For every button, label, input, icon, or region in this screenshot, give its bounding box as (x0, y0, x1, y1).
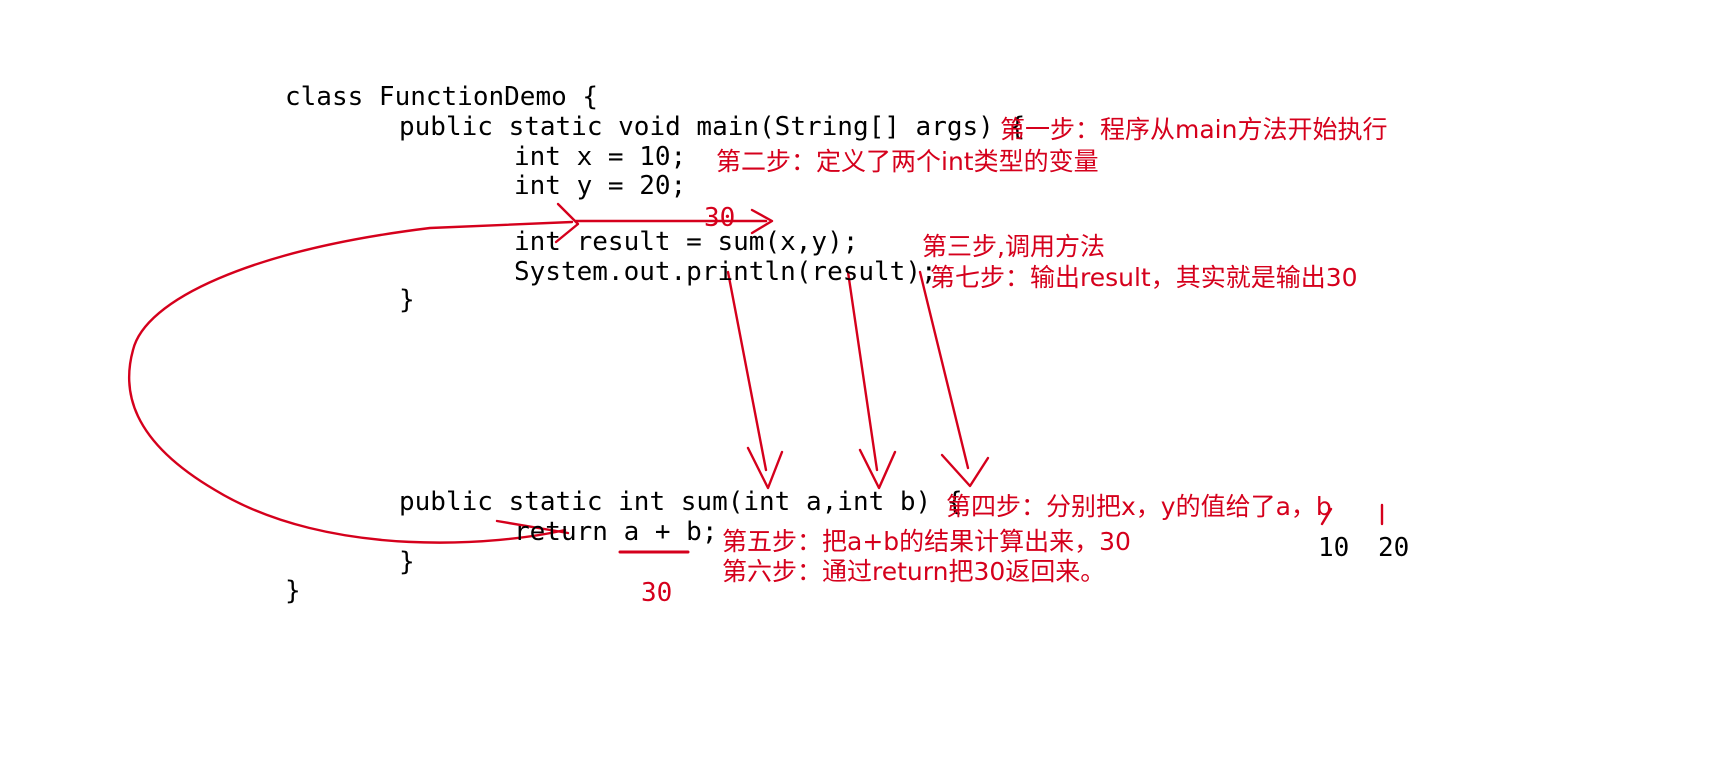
code-line-int-result: int result = sum(x,y); (514, 227, 859, 257)
value-label-10: 10 (1318, 533, 1350, 563)
annotation-step-6: 第六步：通过return把30返回来。 (722, 557, 1106, 586)
code-line-sum-close-brace: } (399, 547, 415, 577)
annotation-step-7: 第七步：输出result，其实就是输出30 (930, 263, 1358, 292)
code-line-return-a-plus-b: return a + b; (514, 517, 718, 547)
arrow-x-to-a-head (746, 446, 784, 490)
annotation-step-4: 第四步：分别把x，y的值给了a，b (946, 492, 1332, 521)
code-line-println: System.out.println(result); (514, 257, 937, 287)
arrow-y-to-b (846, 270, 879, 472)
code-line-main-close-brace: } (399, 285, 415, 315)
code-line-main-signature: public static void main(String[] args) { (399, 112, 1026, 142)
arrow-x-to-a (726, 270, 768, 472)
value-label-30-top: 30 (704, 203, 736, 233)
code-line-sum-signature: public static int sum(int a,int b) { (399, 487, 963, 517)
code-line-int-y: int y = 20; (514, 171, 687, 201)
value-label-20: 20 (1378, 533, 1410, 563)
code-line-class-decl: class FunctionDemo { (285, 82, 599, 112)
code-flow-diagram: class FunctionDemo { public static void … (0, 0, 1732, 780)
arrow-result-to-b (918, 270, 970, 470)
arrow-result-to-b-head (940, 453, 990, 488)
value-label-30-bottom: 30 (641, 578, 673, 608)
code-line-class-close-brace: } (285, 576, 301, 606)
arrow-y-to-b-head (858, 448, 897, 490)
code-line-int-x: int x = 10; (514, 142, 687, 172)
annotation-step-2: 第二步：定义了两个int类型的变量 (716, 147, 1099, 176)
annotation-step-1: 第一步：程序从main方法开始执行 (1000, 115, 1388, 144)
